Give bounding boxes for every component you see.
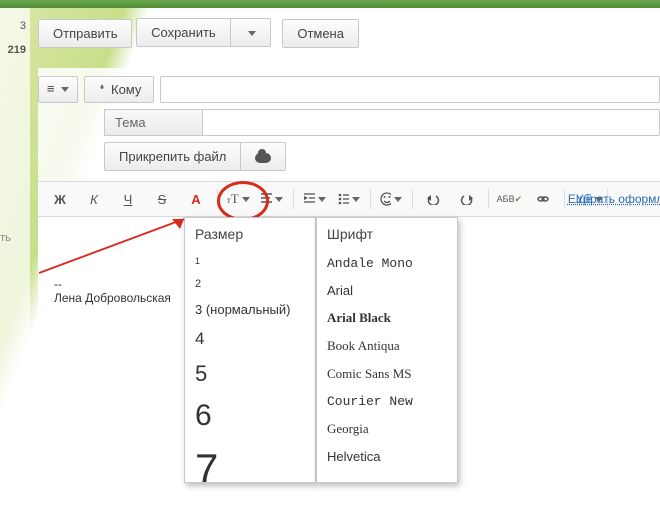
font-option[interactable]: Book Antiqua [317,332,457,360]
underline-button[interactable]: Ч [112,186,144,212]
font-size-button[interactable]: тT [222,186,254,212]
left-sidebar: 3 219 ить [0,8,30,524]
size-dropdown-list[interactable]: 1 2 3 (нормальный) 4 5 6 7 [185,250,315,482]
list-icon [338,193,349,205]
indent-icon [304,193,315,205]
caret-down-icon [394,197,402,202]
redo-button[interactable] [451,186,483,212]
person-icon [97,84,107,94]
size-option[interactable]: 3 (нормальный) [185,296,315,323]
size-option[interactable]: 6 [185,393,315,439]
font-option[interactable]: Andale Mono [317,250,457,277]
font-option[interactable]: Arial Black [317,304,457,332]
font-option[interactable]: Georgia [317,415,457,443]
emoji-button[interactable] [375,186,407,212]
editor-toolbar: Ж К Ч S A тT [38,181,660,217]
strike-button[interactable]: S [146,186,178,212]
save-dropdown-button[interactable] [230,18,271,47]
bold-button[interactable]: Ж [44,186,76,212]
subject-label: Тема [104,109,202,136]
align-button[interactable] [256,186,288,212]
cancel-button[interactable]: Отмена [282,19,359,48]
attach-cloud-button[interactable] [240,142,286,171]
clear-format-button[interactable]: Убрать оформление [612,186,654,212]
font-option[interactable]: Comic Sans MS [317,360,457,388]
to-button[interactable]: Кому [84,76,154,103]
save-button[interactable]: Сохранить [136,18,231,47]
undo-button[interactable] [417,186,449,212]
font-option[interactable]: Helvetica [317,443,457,470]
redo-icon [460,193,474,205]
action-bar: Отправить Сохранить Отмена [38,18,660,48]
size-dropdown-header: Размер [185,218,315,250]
font-color-button[interactable]: A [180,186,212,212]
size-option[interactable]: 4 [185,323,315,355]
to-label: Кому [111,82,141,97]
align-icon [261,193,272,205]
size-option[interactable]: 5 [185,355,315,393]
cut-text[interactable]: ить [0,232,11,244]
size-dropdown: Размер 1 2 3 (нормальный) 4 5 6 7 [184,217,316,483]
undo-icon [426,193,440,205]
size-option[interactable]: 2 [185,272,315,296]
size-option[interactable]: 1 [185,250,315,272]
link-button[interactable] [527,186,559,212]
indent-button[interactable] [299,186,331,212]
caret-down-icon [318,197,326,202]
font-option[interactable]: Arial [317,277,457,304]
options-button[interactable]: ≡ [38,76,78,103]
font-dropdown-header: Шрифт [317,218,457,250]
list-button[interactable] [333,186,365,212]
link-icon [536,193,550,205]
caret-down-icon [242,197,250,202]
to-input[interactable] [160,76,660,103]
caret-down-icon [275,197,283,202]
left-number: 219 [0,44,26,56]
spellcheck-button[interactable]: АБВ✔ [493,186,525,212]
attach-file-button[interactable]: Прикрепить файл [104,142,241,171]
caret-down-icon [352,197,360,202]
font-dropdown-list[interactable]: Andale Mono Arial Arial Black Book Antiq… [317,250,457,482]
smiley-icon [380,192,391,206]
caret-down-icon [61,87,69,92]
size-option[interactable]: 7 [185,439,315,482]
italic-button[interactable]: К [78,186,110,212]
send-button[interactable]: Отправить [38,19,132,48]
cloud-icon [255,153,271,163]
left-number: 3 [0,20,26,32]
font-dropdown: Шрифт Andale Mono Arial Arial Black Book… [316,217,458,483]
caret-down-icon [248,31,256,36]
font-option[interactable]: Courier New [317,388,457,415]
subject-input[interactable] [202,109,660,136]
